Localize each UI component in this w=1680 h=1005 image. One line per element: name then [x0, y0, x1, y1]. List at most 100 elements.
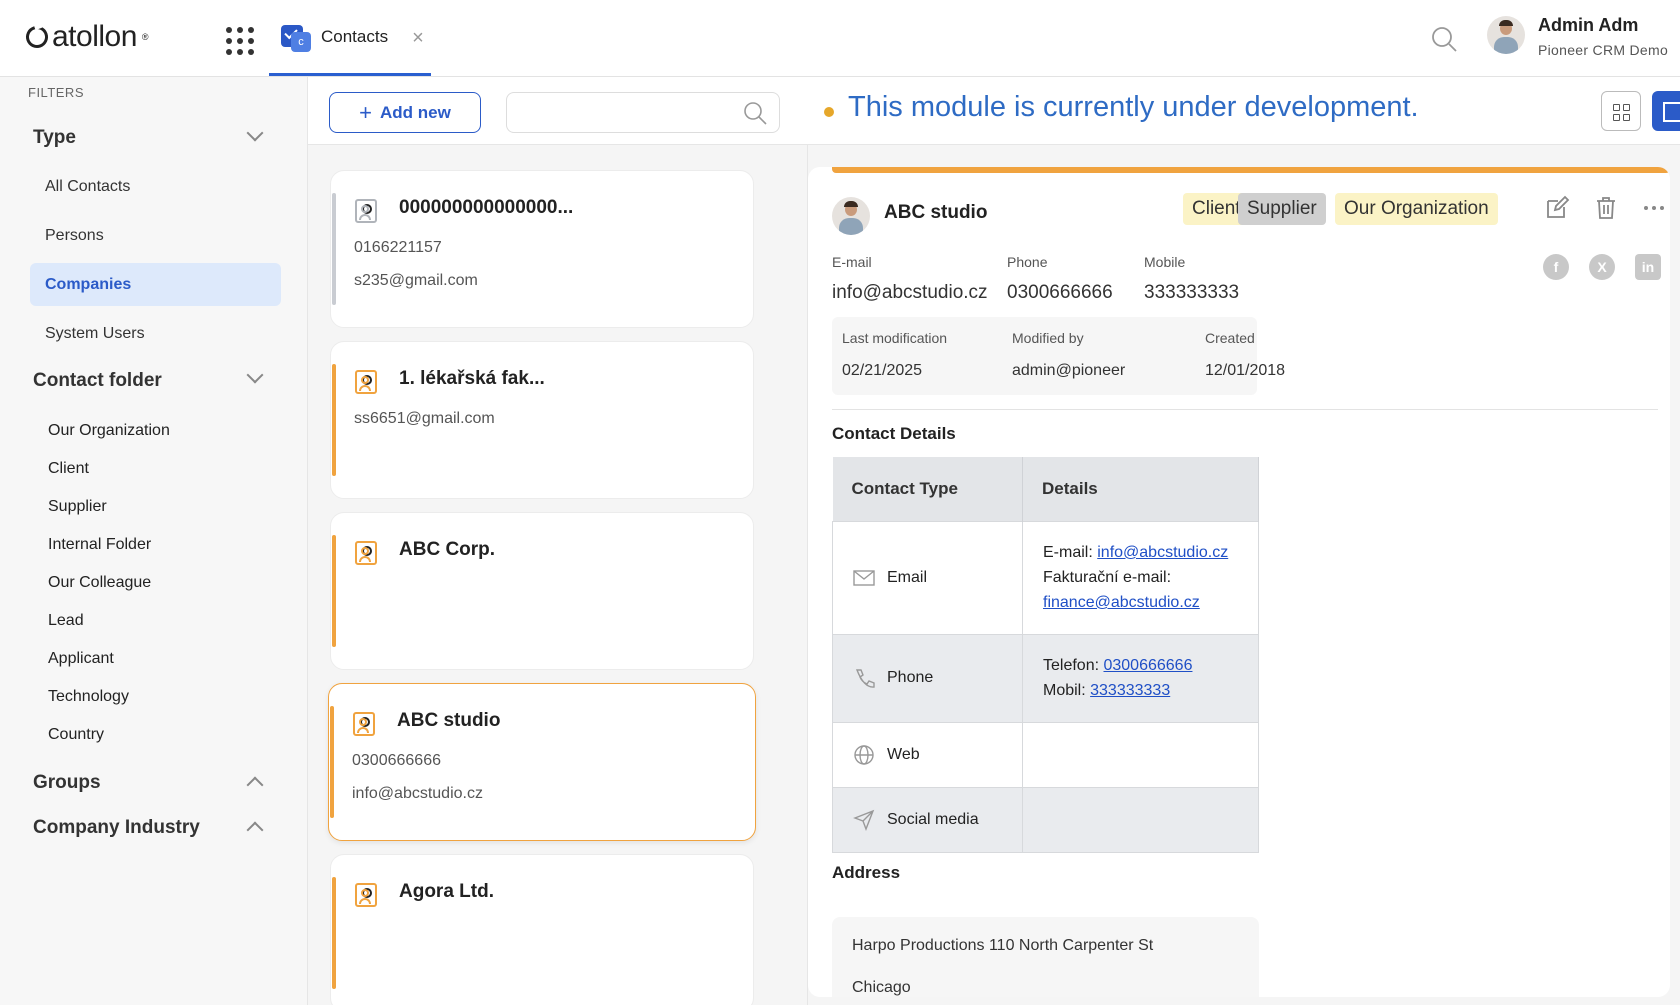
add-new-button[interactable]: + Add new	[329, 92, 481, 133]
logo-text: atollon	[52, 20, 137, 53]
contact-card-email: ss6651@gmail.com	[354, 410, 495, 427]
phone-label: Phone	[1007, 254, 1048, 270]
chevron-up-icon[interactable]	[246, 776, 264, 794]
sidebar-item-companies[interactable]: Companies	[30, 263, 281, 306]
table-row: Web	[832, 721, 1259, 788]
filter-section-company-industry[interactable]: Company Industry	[33, 817, 200, 839]
folder-item-applicant[interactable]: Applicant	[48, 650, 114, 668]
address-line-1: Harpo Productions 110 North Carpenter St	[852, 937, 1154, 954]
avatar	[832, 197, 870, 235]
contact-detail-card: ABC studio Client Supplier Our Organizat…	[808, 167, 1670, 997]
send-icon	[853, 809, 875, 831]
facebook-icon[interactable]: f	[1543, 254, 1569, 280]
contact-card[interactable]: Agora Ltd.	[330, 854, 754, 1005]
contact-card[interactable]: ABC Corp.	[330, 512, 754, 670]
table-row: Email E-mail: info@abcstudio.cz Fakturač…	[832, 520, 1259, 635]
folder-item-lead[interactable]: Lead	[48, 612, 84, 630]
more-options-icon[interactable]	[1642, 195, 1666, 221]
contact-book-icon	[355, 541, 377, 565]
linkedin-icon[interactable]: in	[1635, 254, 1661, 280]
top-bar: atollon ® c Contacts × Admin Adm Pioneer …	[0, 0, 1680, 77]
contact-book-icon	[355, 370, 377, 394]
search-icon[interactable]	[1430, 25, 1458, 53]
email-icon	[853, 569, 875, 586]
filter-section-groups[interactable]: Groups	[33, 772, 101, 794]
mobile-link[interactable]: 333333333	[1090, 682, 1170, 699]
plus-icon: +	[359, 99, 372, 125]
grid-view-button[interactable]	[1601, 91, 1641, 131]
tab-label: Contacts	[321, 26, 389, 46]
chevron-up-icon[interactable]	[246, 821, 264, 839]
sidebar-item-system-users[interactable]: System Users	[30, 312, 281, 355]
folder-item-our-colleague[interactable]: Our Colleague	[48, 574, 151, 592]
detail-actions	[1544, 195, 1666, 221]
tab-contacts[interactable]: c Contacts ×	[269, 0, 431, 76]
mobile-value[interactable]: 333333333	[1144, 282, 1239, 304]
modified-by-label: Modified by	[1012, 330, 1084, 346]
contact-type-phone: Phone	[887, 669, 934, 686]
mobile-label: Mobile	[1144, 254, 1186, 270]
contact-type-social-media: Social media	[887, 810, 979, 828]
app-launcher-icon[interactable]	[226, 27, 254, 55]
contact-card-title: Agora Ltd.	[399, 881, 494, 902]
avatar[interactable]	[1487, 16, 1525, 54]
column-header-details: Details	[1022, 457, 1259, 521]
contact-card[interactable]: 000000000000000... 0166221157 s235@gmail…	[330, 170, 754, 328]
sidebar-item-all-contacts[interactable]: All Contacts	[30, 165, 281, 208]
contact-card-title: ABC Corp.	[399, 539, 496, 560]
contact-book-icon	[353, 712, 375, 736]
contact-card-phone: 0300666666	[352, 752, 441, 769]
contact-detail-panel: This module is currently under developme…	[808, 77, 1680, 1005]
user-organization: Pioneer CRM Demo	[1538, 42, 1669, 58]
sidebar-item-persons[interactable]: Persons	[30, 214, 281, 257]
divider	[832, 409, 1658, 410]
trash-icon[interactable]	[1594, 195, 1618, 221]
email-label: E-mail	[832, 254, 872, 270]
phone-value[interactable]: 0300666666	[1007, 282, 1113, 304]
badge-supplier[interactable]: Supplier	[1238, 193, 1326, 225]
filters-label: FILTERS	[28, 85, 84, 100]
chevron-down-icon[interactable]	[246, 124, 264, 142]
close-icon[interactable]: ×	[412, 27, 424, 50]
folder-item-internal-folder[interactable]: Internal Folder	[48, 536, 151, 554]
list-toolbar: + Add new	[308, 77, 808, 145]
expand-view-button[interactable]	[1652, 91, 1680, 131]
globe-icon	[854, 744, 874, 765]
email-value[interactable]: info@abcstudio.cz	[832, 282, 988, 304]
contact-list-panel: + Add new 000000000000000... 0166221157 …	[308, 77, 808, 1005]
logo-mark-icon	[22, 22, 52, 52]
last-modification-value: 02/21/2025	[842, 362, 923, 379]
created-label: Created	[1205, 330, 1255, 346]
filter-section-contact-folder[interactable]: Contact folder	[33, 370, 162, 392]
filters-sidebar: FILTERS Type All Contacts Persons Compan…	[0, 77, 308, 1005]
search-input[interactable]	[506, 92, 780, 133]
badge-our-organization[interactable]: Our Organization	[1335, 193, 1498, 225]
column-header-contact-type: Contact Type	[832, 457, 1023, 521]
atollon-logo[interactable]: atollon ®	[22, 20, 149, 54]
telephone-link[interactable]: 0300666666	[1103, 657, 1192, 674]
contact-card-email: info@abcstudio.cz	[352, 785, 483, 802]
folder-item-our-organization[interactable]: Our Organization	[48, 422, 170, 440]
contact-card-selected[interactable]: ABC studio 0300666666 info@abcstudio.cz	[328, 683, 756, 841]
social-links: f X in	[1543, 254, 1661, 280]
table-row: Social media	[832, 786, 1259, 853]
folder-item-technology[interactable]: Technology	[48, 688, 129, 706]
development-notice: This module is currently under developme…	[848, 91, 1419, 123]
contact-details-table: Contact Type Details Email E-mail: info@…	[832, 457, 1259, 853]
contact-card[interactable]: 1. lékařská fak... ss6651@gmail.com	[330, 341, 754, 499]
folder-item-supplier[interactable]: Supplier	[48, 498, 107, 516]
user-name[interactable]: Admin Adm	[1538, 15, 1638, 36]
email-link[interactable]: info@abcstudio.cz	[1097, 544, 1228, 561]
x-icon[interactable]: X	[1589, 254, 1615, 280]
folder-item-country[interactable]: Country	[48, 726, 104, 744]
folder-item-client[interactable]: Client	[48, 460, 89, 478]
table-row: Phone Telefon: 0300666666 Mobil: 3333333…	[832, 633, 1259, 723]
chevron-down-icon[interactable]	[246, 366, 264, 384]
created-value: 12/01/2018	[1205, 362, 1286, 379]
finance-email-link[interactable]: finance@abcstudio.cz	[1043, 594, 1200, 611]
contact-card-title: 000000000000000...	[399, 197, 574, 218]
filter-section-type[interactable]: Type	[33, 127, 76, 149]
contact-name: ABC studio	[884, 202, 988, 223]
edit-icon[interactable]	[1544, 195, 1570, 221]
contact-book-icon	[355, 883, 377, 907]
